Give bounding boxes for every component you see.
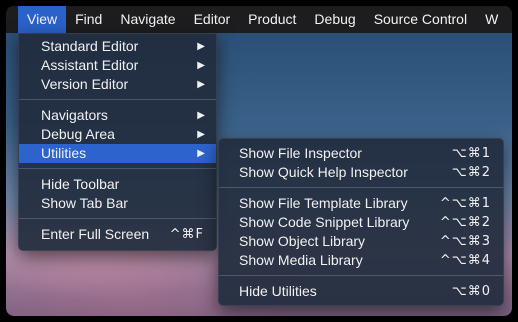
menubar-editor[interactable]: Editor <box>185 6 240 33</box>
menu-item-label: Assistant Editor <box>41 57 139 73</box>
menu-item-label: Utilities <box>41 145 87 161</box>
utilities-submenu: Show File Inspector ⌥⌘1 Show Quick Help … <box>218 138 504 306</box>
menu-item-shortcut: ^⌘F <box>169 227 204 242</box>
menubar-source-control[interactable]: Source Control <box>365 6 476 33</box>
menu-item-debug-area[interactable]: Debug Area ▶ <box>19 125 216 144</box>
menu-separator <box>19 99 216 100</box>
menu-item-label: Show File Template Library <box>239 195 408 211</box>
menu-separator <box>219 275 503 276</box>
menu-item-label: Show Object Library <box>239 233 366 249</box>
menu-item-show-file-template-library[interactable]: Show File Template Library ^⌥⌘1 <box>219 194 503 213</box>
menu-item-shortcut: ^⌥⌘4 <box>439 253 491 268</box>
menu-separator <box>219 187 503 188</box>
screen: View Find Navigate Editor Product Debug … <box>6 6 512 316</box>
menu-item-show-code-snippet-library[interactable]: Show Code Snippet Library ^⌥⌘2 <box>219 213 503 232</box>
menu-item-assistant-editor[interactable]: Assistant Editor ▶ <box>19 56 216 75</box>
menu-item-show-media-library[interactable]: Show Media Library ^⌥⌘4 <box>219 251 503 270</box>
menu-item-shortcut: ⌥⌘1 <box>451 146 491 161</box>
menu-item-label: Show Quick Help Inspector <box>239 164 408 180</box>
menu-item-label: Hide Toolbar <box>41 176 120 192</box>
menu-item-label: Navigators <box>41 107 108 123</box>
menu-item-show-object-library[interactable]: Show Object Library ^⌥⌘3 <box>219 232 503 251</box>
menubar-view[interactable]: View <box>18 6 67 33</box>
menu-item-shortcut: ⌥⌘2 <box>451 165 491 180</box>
menu-bar: View Find Navigate Editor Product Debug … <box>6 6 512 33</box>
menu-item-hide-utilities[interactable]: Hide Utilities ⌥⌘0 <box>219 282 503 301</box>
view-menu: Standard Editor ▶ Assistant Editor ▶ Ver… <box>18 33 217 251</box>
menu-item-version-editor[interactable]: Version Editor ▶ <box>19 75 216 94</box>
menu-item-show-tab-bar[interactable]: Show Tab Bar <box>19 194 216 213</box>
menu-item-utilities[interactable]: Utilities ▶ <box>19 144 216 163</box>
menu-separator <box>19 218 216 219</box>
menu-item-standard-editor[interactable]: Standard Editor ▶ <box>19 37 216 56</box>
menu-item-label: Show Media Library <box>239 252 363 268</box>
menu-item-shortcut: ⌥⌘0 <box>451 284 491 299</box>
menu-item-label: Show Code Snippet Library <box>239 214 410 230</box>
menu-item-shortcut: ^⌥⌘3 <box>439 234 491 249</box>
menu-item-show-file-inspector[interactable]: Show File Inspector ⌥⌘1 <box>219 144 503 163</box>
submenu-arrow-icon: ▶ <box>197 60 205 71</box>
menu-item-show-quick-help-inspector[interactable]: Show Quick Help Inspector ⌥⌘2 <box>219 163 503 182</box>
menu-item-hide-toolbar[interactable]: Hide Toolbar <box>19 175 216 194</box>
menu-item-enter-full-screen[interactable]: Enter Full Screen ^⌘F <box>19 225 216 244</box>
submenu-arrow-icon: ▶ <box>197 79 205 90</box>
menu-item-label: Version Editor <box>41 76 129 92</box>
submenu-arrow-icon: ▶ <box>197 41 205 52</box>
menu-item-label: Show File Inspector <box>239 145 362 161</box>
menu-item-navigators[interactable]: Navigators ▶ <box>19 106 216 125</box>
menu-item-label: Show Tab Bar <box>41 195 128 211</box>
menu-item-label: Standard Editor <box>41 38 139 54</box>
menubar-product[interactable]: Product <box>239 6 305 33</box>
menu-separator <box>19 168 216 169</box>
submenu-arrow-icon: ▶ <box>197 148 205 159</box>
menubar-debug[interactable]: Debug <box>305 6 364 33</box>
menu-item-label: Debug Area <box>41 126 115 142</box>
submenu-arrow-icon: ▶ <box>197 110 205 121</box>
menubar-navigate[interactable]: Navigate <box>111 6 184 33</box>
menubar-window[interactable]: W <box>476 6 507 33</box>
menu-item-label: Enter Full Screen <box>41 226 150 242</box>
menu-item-shortcut: ^⌥⌘1 <box>439 196 491 211</box>
submenu-arrow-icon: ▶ <box>197 129 205 140</box>
menubar-find[interactable]: Find <box>66 6 111 33</box>
menu-item-label: Hide Utilities <box>239 283 317 299</box>
menu-item-shortcut: ^⌥⌘2 <box>439 215 491 230</box>
